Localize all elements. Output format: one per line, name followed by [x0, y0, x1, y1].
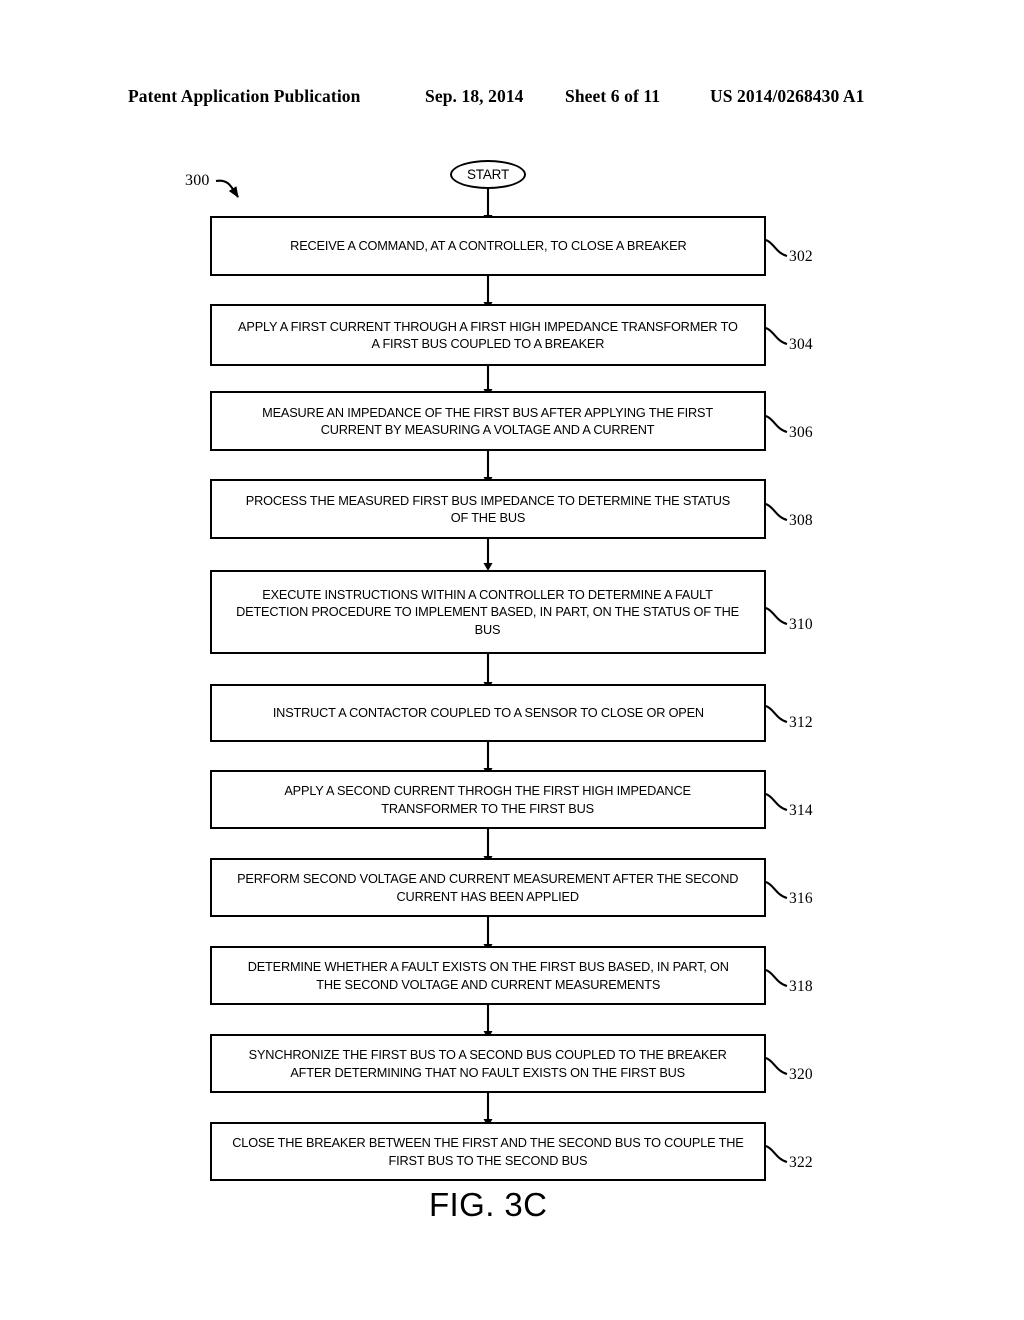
- step-text-306: MEASURE AN IMPEDANCE OF THE FIRST BUS AF…: [262, 404, 714, 438]
- leader-line-322: [765, 1145, 788, 1164]
- step-box-304[interactable]: APPLY A FIRST CURRENT THROUGH A FIRST HI…: [210, 304, 766, 366]
- step-text-318: DETERMINE WHETHER A FAULT EXISTS ON THE …: [247, 959, 729, 992]
- step-box-320[interactable]: SYNCHRONIZE THE FIRST BUS TO A SECOND BU…: [210, 1034, 766, 1093]
- leader-line-314: [765, 793, 788, 812]
- step-box-316[interactable]: PERFORM SECOND VOLTAGE AND CURRENT MEASU…: [210, 858, 766, 917]
- step-ref-318: 318: [789, 978, 813, 995]
- figure-caption: FIG. 3C: [429, 1186, 548, 1223]
- step-ref-320: 320: [789, 1066, 813, 1083]
- leader-line-308: [765, 503, 788, 522]
- leader-line-302: [765, 239, 788, 258]
- step-box-306[interactable]: MEASURE AN IMPEDANCE OF THE FIRST BUS AF…: [210, 391, 766, 451]
- step-ref-310: 310: [789, 616, 813, 633]
- leader-line-310: [765, 607, 788, 626]
- step-text-302: RECEIVE A COMMAND, AT A CONTROLLER, TO C…: [289, 238, 687, 254]
- step-text-316: PERFORM SECOND VOLTAGE AND CURRENT MEASU…: [237, 871, 739, 904]
- step-ref-302: 302: [789, 248, 813, 265]
- step-text-320: SYNCHRONIZE THE FIRST BUS TO A SECOND BU…: [248, 1047, 728, 1080]
- flowchart-figure: 300 START RECEIVE A COMMAND, AT A CONTRO…: [0, 0, 1024, 1320]
- leader-line-300: [215, 179, 239, 198]
- step-ref-322: 322: [789, 1154, 813, 1171]
- step-ref-308: 308: [789, 512, 813, 529]
- step-box-310[interactable]: EXECUTE INSTRUCTIONS WITHIN A CONTROLLER…: [210, 570, 766, 654]
- step-box-308[interactable]: PROCESS THE MEASURED FIRST BUS IMPEDANCE…: [210, 479, 766, 539]
- leader-line-312: [765, 705, 788, 724]
- step-text-304: APPLY A FIRST CURRENT THROUGH A FIRST HI…: [238, 318, 738, 352]
- step-box-312[interactable]: INSTRUCT A CONTACTOR COUPLED TO A SENSOR…: [210, 684, 766, 742]
- leader-line-320: [765, 1057, 788, 1076]
- step-box-314[interactable]: APPLY A SECOND CURRENT THROGH THE FIRST …: [210, 770, 766, 829]
- step-box-302[interactable]: RECEIVE A COMMAND, AT A CONTROLLER, TO C…: [210, 216, 766, 276]
- step-ref-314: 314: [789, 802, 813, 819]
- step-text-310: EXECUTE INSTRUCTIONS WITHIN A CONTROLLER…: [236, 586, 740, 637]
- step-text-308: PROCESS THE MEASURED FIRST BUS IMPEDANCE…: [245, 492, 731, 526]
- step-text-312: INSTRUCT A CONTACTOR COUPLED TO A SENSOR…: [272, 705, 704, 721]
- leader-line-304: [765, 327, 788, 346]
- step-text-314: APPLY A SECOND CURRENT THROGH THE FIRST …: [284, 783, 692, 816]
- leader-line-316: [765, 881, 788, 900]
- step-box-322[interactable]: CLOSE THE BREAKER BETWEEN THE FIRST AND …: [210, 1122, 766, 1181]
- step-ref-304: 304: [789, 336, 813, 353]
- leader-line-306: [765, 415, 788, 434]
- diagram-reference-300: 300: [185, 172, 210, 189]
- step-text-322: CLOSE THE BREAKER BETWEEN THE FIRST AND …: [232, 1135, 744, 1168]
- step-ref-316: 316: [789, 890, 813, 907]
- step-ref-306: 306: [789, 424, 813, 441]
- reference-leader-lines: [765, 239, 788, 1164]
- step-box-318[interactable]: DETERMINE WHETHER A FAULT EXISTS ON THE …: [210, 946, 766, 1005]
- start-terminator[interactable]: START: [450, 160, 526, 189]
- leader-line-318: [765, 969, 788, 988]
- start-label: START: [466, 167, 509, 182]
- step-ref-312: 312: [789, 714, 813, 731]
